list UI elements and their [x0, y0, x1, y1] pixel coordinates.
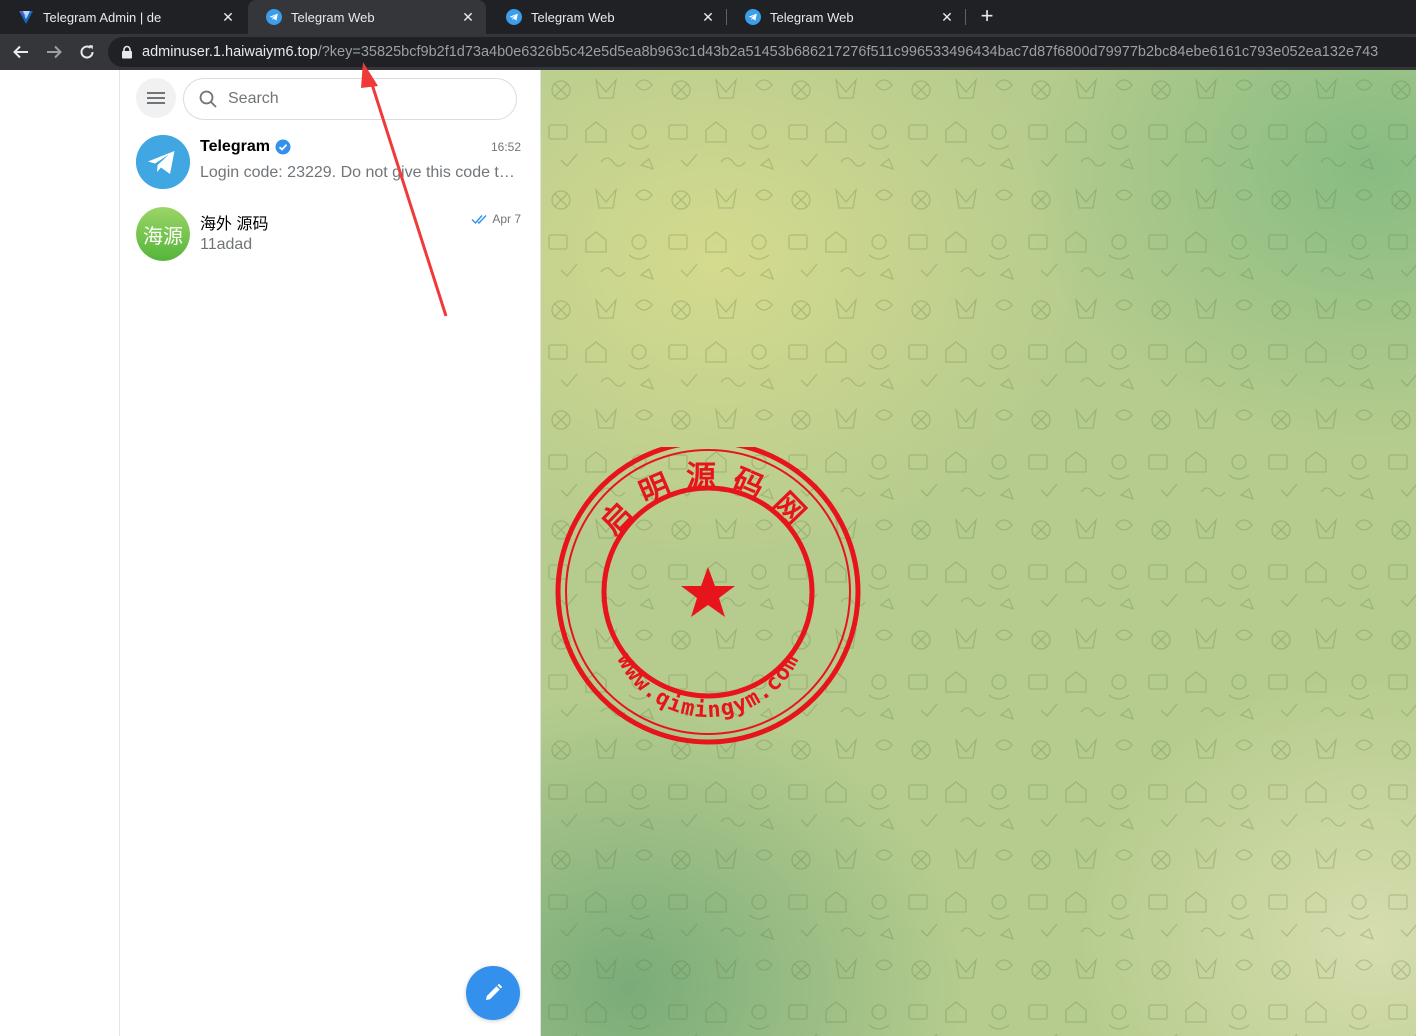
- page-gutter: [0, 70, 120, 1036]
- chat-preview: 11adad: [200, 236, 253, 253]
- tab-separator: [965, 9, 966, 25]
- verified-badge-icon: [275, 139, 291, 155]
- tab-telegram-admin[interactable]: Telegram Admin | de ✕: [0, 0, 246, 34]
- tab-title: Telegram Web: [531, 9, 615, 25]
- chat-name: Telegram: [200, 138, 292, 156]
- chat-time-text: Apr 7: [492, 212, 521, 226]
- telegram-icon: [266, 9, 282, 25]
- stamp-top-text: 启明源码网: [594, 460, 807, 542]
- chat-list-sidebar: Telegram 16:52 Login code: 23229. Do not…: [120, 70, 541, 1036]
- tab-close-icon[interactable]: ✕: [700, 9, 716, 26]
- avatar-initials: 海源: [136, 207, 190, 261]
- watermark-stamp: 启明源码网 www.qimingym.com: [555, 447, 861, 745]
- chat-preview: Login code: 23229. Do not give this code…: [200, 164, 522, 181]
- telegram-icon: [506, 9, 522, 25]
- svg-text:www.qimingym.com: www.qimingym.com: [612, 650, 805, 724]
- chat-time: Apr 7: [471, 212, 521, 226]
- chat-item-haiwai[interactable]: 海源 海外 源码 Apr 7 11adad: [128, 198, 533, 270]
- chat-item-telegram[interactable]: Telegram 16:52 Login code: 23229. Do not…: [128, 126, 533, 198]
- double-check-icon: [471, 215, 487, 225]
- tab-close-icon[interactable]: ✕: [220, 9, 236, 26]
- browser-tab-bar: Telegram Admin | de ✕ Telegram Web ✕ Tel…: [0, 0, 1416, 34]
- search-input[interactable]: [228, 90, 488, 108]
- tab-title: Telegram Web: [291, 9, 375, 25]
- vuetify-icon: [19, 11, 33, 24]
- browser-toolbar: adminuser.1.haiwaiym6.top/?key=35825bcf9…: [0, 34, 1416, 70]
- new-tab-button[interactable]: +: [976, 5, 998, 27]
- search-icon: [199, 90, 217, 108]
- avatar: [136, 135, 190, 189]
- svg-text:启明源码网: 启明源码网: [594, 460, 821, 542]
- reload-icon: [80, 45, 94, 59]
- chat-title: Telegram: [200, 138, 270, 155]
- chat-name: 海外 源码: [200, 210, 268, 234]
- arrow-left-icon: [13, 45, 28, 59]
- arrow-right-icon: [47, 45, 62, 59]
- address-bar[interactable]: adminuser.1.haiwaiym6.top/?key=35825bcf9…: [108, 37, 1416, 67]
- reload-button[interactable]: [75, 40, 99, 64]
- tab-telegram-web[interactable]: Telegram Web ✕: [488, 0, 726, 34]
- stamp-bottom-text: www.qimingym.com: [612, 650, 804, 724]
- telegram-icon: [136, 135, 190, 189]
- lock-icon: [122, 45, 132, 59]
- telegram-web-page: Telegram 16:52 Login code: 23229. Do not…: [0, 70, 1416, 1036]
- back-button[interactable]: [9, 40, 33, 64]
- tab-telegram-web-active[interactable]: Telegram Web ✕: [248, 0, 486, 34]
- url-host: adminuser.1.haiwaiym6.top: [142, 44, 318, 60]
- hamburger-menu-icon: [147, 92, 165, 104]
- chat-time: 16:52: [491, 140, 521, 154]
- tab-telegram-web[interactable]: Telegram Web ✕: [727, 0, 965, 34]
- search-box[interactable]: [183, 78, 517, 120]
- forward-button[interactable]: [42, 40, 66, 64]
- chat-time-text: 16:52: [490, 140, 521, 154]
- tab-title: Telegram Web: [770, 9, 854, 25]
- chat-title: 海外 源码: [200, 216, 269, 233]
- avatar: 海源: [136, 207, 190, 261]
- tab-close-icon[interactable]: ✕: [460, 9, 476, 26]
- main-menu-button[interactable]: [136, 78, 176, 118]
- telegram-icon: [745, 9, 761, 25]
- new-message-button[interactable]: [466, 966, 520, 1020]
- url-text: adminuser.1.haiwaiym6.top/?key=35825bcf9…: [142, 44, 1378, 60]
- url-path: /?key=35825bcf9b2f1d73a4b0e6326b5c42e5d5…: [317, 44, 1379, 60]
- tab-title: Telegram Admin | de: [43, 9, 162, 25]
- tab-close-icon[interactable]: ✕: [939, 9, 955, 26]
- star-icon: [681, 567, 735, 617]
- pencil-icon: [486, 983, 503, 1000]
